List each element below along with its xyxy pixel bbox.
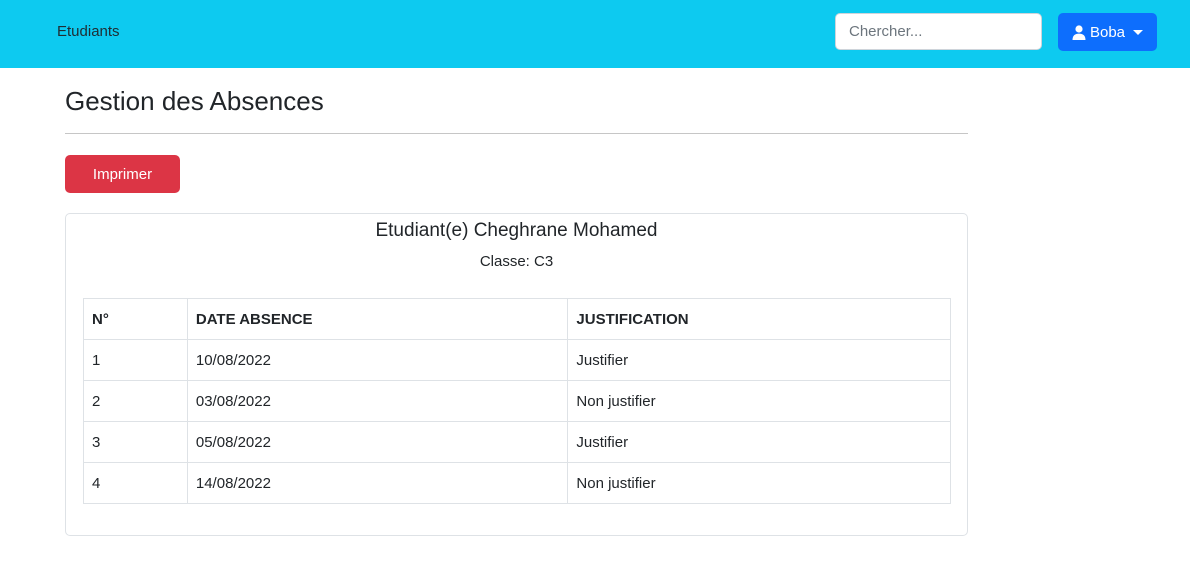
- chevron-down-icon: [1133, 29, 1144, 35]
- cell-justification: Justifier: [567, 339, 951, 381]
- cell-number: 2: [83, 380, 188, 422]
- print-button[interactable]: Imprimer: [65, 155, 180, 193]
- top-navbar: Etudiants Boba: [0, 0, 1190, 68]
- cell-justification: Non justifier: [567, 462, 951, 504]
- table-row: 1 10/08/2022 Justifier: [83, 339, 951, 381]
- cell-number: 1: [83, 339, 188, 381]
- student-absence-card: Etudiant(e) Cheghrane Mohamed Classe: C3…: [65, 213, 968, 536]
- cell-justification: Non justifier: [567, 380, 951, 422]
- title-divider: [65, 133, 968, 134]
- column-header-number: N°: [83, 298, 188, 340]
- navbar-brand[interactable]: Etudiants: [57, 23, 120, 40]
- user-menu-button[interactable]: Boba: [1058, 13, 1157, 51]
- column-header-date: DATE ABSENCE: [186, 298, 569, 340]
- cell-date: 10/08/2022: [186, 339, 569, 381]
- cell-justification: Justifier: [567, 421, 951, 463]
- user-menu-label: Boba: [1089, 23, 1126, 41]
- absences-table: N° DATE ABSENCE JUSTIFICATION 1 10/08/20…: [83, 298, 951, 504]
- student-class: Classe: C3: [479, 253, 554, 270]
- cell-date: 05/08/2022: [186, 421, 569, 463]
- table-row: 4 14/08/2022 Non justifier: [83, 462, 951, 504]
- cell-number: 4: [83, 462, 188, 504]
- user-icon: [1072, 24, 1086, 40]
- cell-number: 3: [83, 421, 188, 463]
- table-row: 2 03/08/2022 Non justifier: [83, 380, 951, 422]
- cell-date: 03/08/2022: [186, 380, 569, 422]
- cell-date: 14/08/2022: [186, 462, 569, 504]
- search-input[interactable]: [835, 13, 1042, 50]
- page-title: Gestion des Absences: [65, 86, 324, 116]
- table-row: 3 05/08/2022 Justifier: [83, 421, 951, 463]
- column-header-justification: JUSTIFICATION: [567, 298, 951, 340]
- table-header-row: N° DATE ABSENCE JUSTIFICATION: [83, 298, 951, 340]
- student-name: Etudiant(e) Cheghrane Mohamed: [375, 220, 658, 241]
